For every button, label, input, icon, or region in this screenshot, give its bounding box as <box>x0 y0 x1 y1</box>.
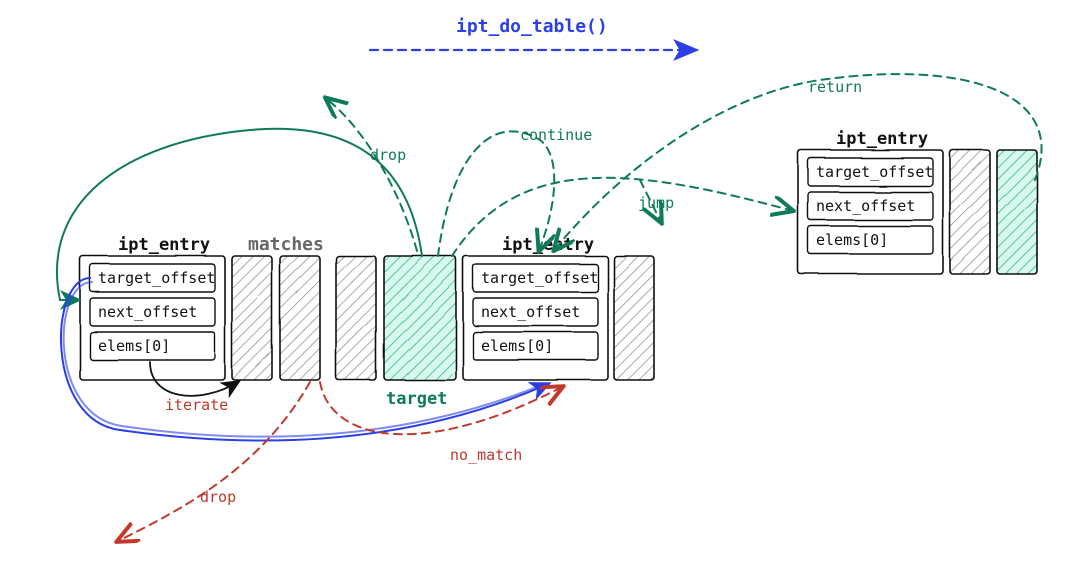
target-label: target <box>386 389 447 409</box>
entry-left-next-offset: next_offset <box>98 303 197 321</box>
entry-left-title: ipt_entry <box>118 235 210 255</box>
entry-right-target-offset: target_offset <box>816 163 933 181</box>
diagram-title: ipt_do_table() <box>456 16 608 37</box>
continue-label: continue <box>520 126 592 144</box>
entry-middle-target-offset: target_offset <box>481 269 598 287</box>
entry-right-title: ipt_entry <box>836 129 928 149</box>
entry-middle-title: ipt_entry <box>502 235 594 255</box>
jump-label: jump <box>638 194 674 212</box>
iterate-label: iterate <box>165 396 228 414</box>
entry-left-target-offset: target_offset <box>98 269 215 287</box>
drop-overshoot-arrow <box>328 100 417 251</box>
entry-right-elems: elems[0] <box>816 231 888 249</box>
matches-group <box>232 256 376 380</box>
entry-left-elems: elems[0] <box>98 337 170 355</box>
entry-right-next-offset: next_offset <box>816 197 915 215</box>
entry-middle-next-offset: next_offset <box>481 303 580 321</box>
return-label: return <box>808 78 862 96</box>
drop-label-green: drop <box>370 146 406 164</box>
target-block <box>384 256 456 380</box>
matches-label: matches <box>248 234 324 255</box>
drop-label-red: drop <box>200 488 236 506</box>
no-match-label: no_match <box>450 446 522 464</box>
entry-middle-elems: elems[0] <box>481 337 553 355</box>
